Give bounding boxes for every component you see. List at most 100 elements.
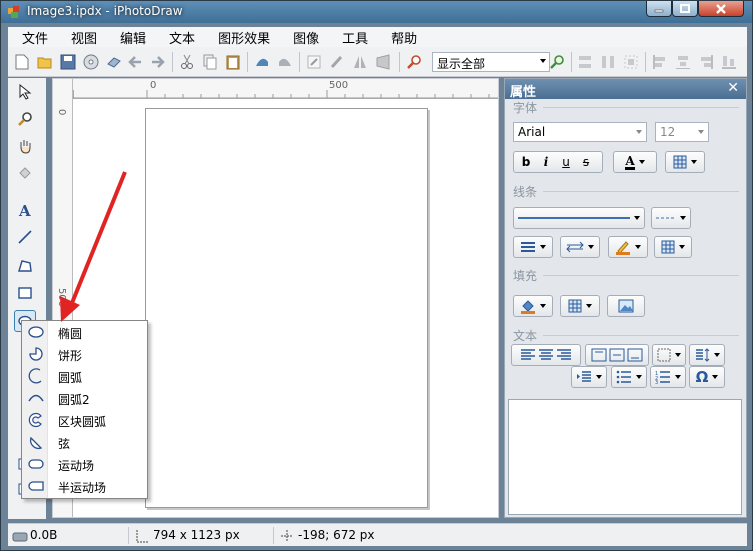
menu-view[interactable]: 视图 xyxy=(57,28,106,47)
text-border-button[interactable] xyxy=(665,151,705,173)
fill-image-button[interactable] xyxy=(607,295,645,317)
edit-button[interactable] xyxy=(305,53,323,71)
bullet-list-button[interactable] xyxy=(611,366,647,388)
dash-style-select[interactable] xyxy=(651,207,691,229)
pan-tool[interactable] xyxy=(14,135,36,157)
font-family-field[interactable]: Arial xyxy=(513,122,647,142)
copy-button[interactable] xyxy=(201,53,219,71)
menu-item-arc2[interactable]: 圆弧2 xyxy=(24,387,145,409)
rectangle-tool[interactable] xyxy=(14,282,36,304)
menu-help[interactable]: 帮助 xyxy=(377,28,426,47)
indent-button[interactable] xyxy=(571,366,607,388)
minimize-button[interactable] xyxy=(646,1,672,17)
text-content-area[interactable] xyxy=(508,399,742,515)
align-center-text-icon[interactable] xyxy=(537,348,555,362)
scan-button[interactable] xyxy=(105,53,123,71)
menu-effects[interactable]: 图形效果 xyxy=(204,28,279,47)
section-font-label: 字体 xyxy=(513,101,538,115)
underline-button[interactable]: u xyxy=(556,155,576,169)
cut-button[interactable] xyxy=(178,53,196,71)
menu-text[interactable]: 文本 xyxy=(155,28,204,47)
align-left-icon xyxy=(653,55,665,69)
undo-button[interactable] xyxy=(126,53,144,71)
open-button[interactable] xyxy=(36,53,54,71)
flip-button[interactable] xyxy=(351,53,369,71)
line-border-button[interactable] xyxy=(654,236,692,258)
close-button[interactable] xyxy=(698,1,744,17)
save-button[interactable] xyxy=(59,53,77,71)
menu-file[interactable]: 文件 xyxy=(8,28,57,47)
chevron-down-icon xyxy=(714,353,720,357)
select-tool[interactable] xyxy=(14,81,36,103)
line-style-icon xyxy=(518,217,630,219)
text-tool[interactable]: A xyxy=(14,199,36,221)
chevron-down-icon xyxy=(675,353,681,357)
maximize-button[interactable] xyxy=(672,1,698,17)
perspective-button[interactable] xyxy=(374,53,392,71)
zoom-select[interactable]: 显示全部 xyxy=(432,52,550,72)
menu-item-arc[interactable]: 圆弧 xyxy=(24,365,145,387)
numbered-list-button[interactable]: 123 xyxy=(650,366,686,388)
new-button[interactable] xyxy=(13,53,31,71)
line-style-select[interactable] xyxy=(513,207,645,229)
fill-pattern-button[interactable] xyxy=(560,295,600,317)
special-char-button[interactable]: Ω xyxy=(689,366,725,388)
zoom-button[interactable] xyxy=(405,53,423,71)
line-tool[interactable] xyxy=(14,226,36,248)
valign-top-icon[interactable] xyxy=(590,348,608,362)
valign-middle-icon[interactable] xyxy=(608,348,626,362)
menu-image[interactable]: 图像 xyxy=(279,28,328,47)
italic-button[interactable]: i xyxy=(536,155,556,169)
line-color-button[interactable] xyxy=(608,236,648,258)
menu-tools[interactable]: 工具 xyxy=(328,28,377,47)
menu-item-half-stadium[interactable]: 半运动场 xyxy=(24,475,145,497)
distribute-h-button[interactable] xyxy=(576,53,594,71)
bold-button[interactable]: b xyxy=(516,155,536,169)
menu-item-pie[interactable]: 饼形 xyxy=(24,343,145,365)
fill-tool[interactable] xyxy=(14,162,36,184)
align-right-text-icon[interactable] xyxy=(555,348,573,362)
status-bar: 0.0B 794 x 1123 px -198; 672 px xyxy=(8,523,747,546)
divider xyxy=(273,527,274,544)
title-bar[interactable]: Image3.ipdx - iPhotoDraw xyxy=(1,1,752,23)
align-bottom-button[interactable] xyxy=(720,53,738,71)
line-spacing-button[interactable] xyxy=(689,344,725,366)
polygon-tool[interactable] xyxy=(14,255,36,277)
paste-button[interactable] xyxy=(224,53,242,71)
zoom-fit-button[interactable] xyxy=(548,53,566,71)
align-middle-button[interactable] xyxy=(674,53,692,71)
font-color-button[interactable]: A xyxy=(613,151,657,173)
redo-button[interactable] xyxy=(149,53,167,71)
strikethrough-button[interactable]: s xyxy=(576,155,596,169)
paint-bucket-icon xyxy=(521,300,535,314)
text-box-button[interactable] xyxy=(652,344,686,366)
rotate-left-button[interactable] xyxy=(253,53,271,71)
chord-icon xyxy=(27,433,45,451)
align-center-button[interactable] xyxy=(622,53,640,71)
app-logo-icon xyxy=(8,6,19,18)
menu-item-stadium[interactable]: 运动场 xyxy=(24,453,145,475)
zoom-tool[interactable] xyxy=(14,108,36,130)
arrow-style-button[interactable] xyxy=(560,236,600,258)
line-width-button[interactable] xyxy=(513,236,553,258)
document-page[interactable] xyxy=(145,108,428,508)
brush-button[interactable] xyxy=(328,53,346,71)
menu-edit[interactable]: 编辑 xyxy=(106,28,155,47)
disc-button[interactable] xyxy=(82,53,100,71)
dimensions-icon xyxy=(136,530,149,543)
fill-color-button[interactable] xyxy=(513,295,553,317)
menu-item-block-arc[interactable]: 区块圆弧 xyxy=(24,409,145,431)
align-left-button[interactable] xyxy=(651,53,669,71)
align-left-text-icon[interactable] xyxy=(519,348,537,362)
rotate-right-button[interactable] xyxy=(276,53,294,71)
close-icon[interactable]: ✕ xyxy=(727,80,739,96)
dash-icon xyxy=(656,217,676,219)
zoom-icon xyxy=(550,55,564,69)
menu-item-ellipse[interactable]: 椭圆 xyxy=(24,321,145,343)
align-right-button[interactable] xyxy=(697,53,715,71)
distribute-v-button[interactable] xyxy=(599,53,617,71)
section-line-label: 线条 xyxy=(513,185,538,199)
menu-item-chord[interactable]: 弦 xyxy=(24,431,145,453)
font-size-field[interactable]: 12 xyxy=(655,122,709,142)
valign-bottom-icon[interactable] xyxy=(626,348,644,362)
